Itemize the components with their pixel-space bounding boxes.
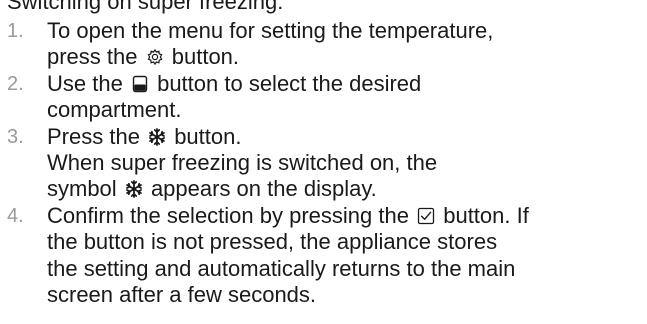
step-text-line: compartment. <box>47 97 182 123</box>
step-text-line: the setting and automatically returns to… <box>47 255 516 281</box>
step-text-line: symbol appears on the display. <box>47 176 647 202</box>
step-4: 4. Confirm the selection by pressing the… <box>0 203 647 309</box>
checkbox-icon <box>416 206 436 226</box>
section-heading: Switching on super freezing: <box>7 0 284 14</box>
step-text: appears on the display. <box>150 176 377 202</box>
step-number: 2. <box>7 72 24 95</box>
step-text: button. If <box>443 202 529 228</box>
step-text: symbol <box>47 176 117 202</box>
step-2: 2. Use the button to select the desired … <box>0 71 647 124</box>
step-text-line: Confirm the selection by pressing the bu… <box>47 203 647 229</box>
step-number: 3. <box>7 125 24 148</box>
step-1: 1. To open the menu for setting the temp… <box>0 18 647 71</box>
steps-list: 1. To open the menu for setting the temp… <box>0 18 647 308</box>
step-text: Press the <box>47 123 140 149</box>
snowflake-icon <box>147 127 167 147</box>
step-text-line: Press the button. <box>47 124 647 150</box>
step-text: button. <box>171 44 240 70</box>
step-text: button. <box>174 123 242 149</box>
step-text-line: When super freezing is switched on, the <box>47 150 438 176</box>
step-text-line: To open the menu for setting the tempera… <box>47 18 494 43</box>
step-number: 4. <box>7 204 24 227</box>
step-3: 3. Press the button. When super freezing… <box>0 124 647 203</box>
step-text-line: the button is not pressed, the appliance… <box>47 229 498 255</box>
compartment-icon <box>130 74 150 94</box>
step-text: Confirm the selection by pressing the <box>47 202 409 228</box>
snowflake-icon <box>124 179 144 199</box>
step-text: press the <box>47 44 138 70</box>
step-text: button to select the desired <box>157 70 422 96</box>
step-text-line: Use the button to select the desired <box>47 71 647 97</box>
step-text: Use the <box>47 70 123 96</box>
step-number: 1. <box>7 20 24 42</box>
step-text-line: screen after a few seconds. <box>47 282 317 308</box>
gear-icon <box>145 47 165 67</box>
step-text-line: press the button. <box>47 44 647 70</box>
